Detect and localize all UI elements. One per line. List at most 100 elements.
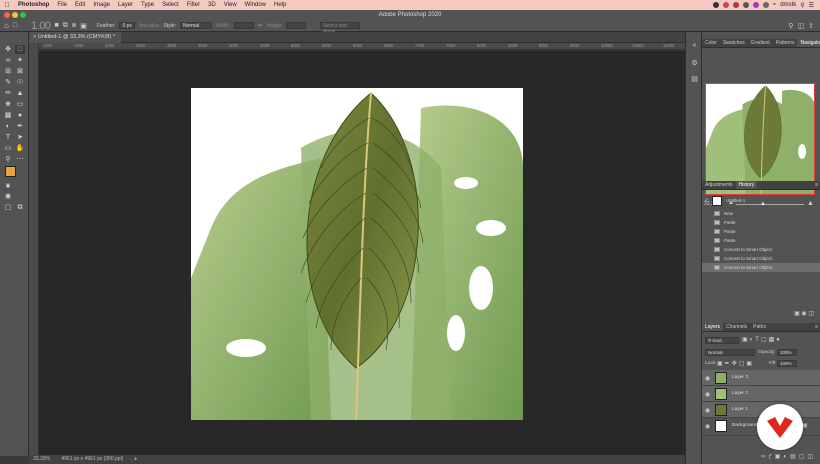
layer-row[interactable]: ◉ Layer 2 bbox=[702, 386, 820, 402]
collapse-panels-icon[interactable]: « bbox=[690, 42, 699, 50]
opacity-input[interactable]: 100% bbox=[777, 349, 797, 356]
history-item[interactable]: Paste bbox=[702, 218, 820, 227]
fill-input[interactable]: 100% bbox=[777, 360, 797, 367]
minimize-window-button[interactable] bbox=[12, 12, 18, 18]
new-selection-icon[interactable]: ■ bbox=[55, 22, 59, 29]
close-window-button[interactable] bbox=[4, 12, 10, 18]
blend-mode-select[interactable]: Normal bbox=[705, 349, 755, 356]
tab-gradient[interactable]: Gradient bbox=[748, 39, 773, 47]
zoom-level[interactable]: 33,33% bbox=[33, 456, 50, 462]
move-tool-icon[interactable]: ✥ bbox=[3, 45, 13, 54]
tab-color[interactable]: Color bbox=[702, 39, 720, 47]
trash-icon[interactable]: ◫ bbox=[807, 454, 816, 460]
subtract-selection-icon[interactable]: ⧈ bbox=[72, 22, 76, 30]
history-item[interactable]: Paste bbox=[702, 227, 820, 236]
foreground-color-swatch[interactable] bbox=[5, 166, 16, 177]
history-brush-icon[interactable]: ❀ bbox=[3, 100, 13, 109]
snapshot-brush-icon[interactable]: ✓ bbox=[704, 195, 709, 207]
document-tab[interactable]: × Untitled-1 @ 33,3% (CMYK/8) * bbox=[29, 32, 121, 43]
brush-tool-icon[interactable]: ✏ bbox=[3, 89, 13, 98]
select-and-mask-button[interactable]: Select and Mask... bbox=[320, 22, 361, 35]
history-item[interactable]: Convert to Smart Object bbox=[702, 263, 820, 272]
height-input[interactable] bbox=[286, 22, 307, 29]
status-app-icon[interactable] bbox=[732, 2, 739, 8]
clone-stamp-icon[interactable]: ▲ bbox=[15, 89, 25, 98]
history-snapshot[interactable]: ✓ Untitled-1 bbox=[702, 195, 820, 207]
history-item[interactable]: New bbox=[702, 209, 820, 218]
status-app-icon[interactable] bbox=[722, 2, 729, 8]
type-tool-icon[interactable]: T bbox=[3, 133, 13, 142]
eye-icon[interactable]: ◉ bbox=[705, 423, 710, 430]
tab-channels[interactable]: Channels bbox=[723, 323, 750, 331]
feather-input[interactable]: 0 px bbox=[119, 22, 135, 29]
trash-icon[interactable]: ◫ bbox=[808, 311, 814, 317]
learn-icon[interactable]: ⚙ bbox=[690, 60, 699, 68]
home-icon[interactable]: ⌂ bbox=[4, 21, 9, 30]
document-canvas[interactable] bbox=[191, 88, 523, 420]
new-group-icon[interactable]: ▤ bbox=[790, 454, 799, 460]
menu-3d[interactable]: 3D bbox=[204, 2, 220, 8]
healing-brush-icon[interactable]: ☉ bbox=[15, 78, 25, 87]
gradient-tool-icon[interactable]: ▩ bbox=[3, 111, 13, 120]
eye-icon[interactable]: ◉ bbox=[705, 407, 710, 414]
new-document-from-state-icon[interactable]: ▣ bbox=[794, 311, 800, 317]
apple-icon[interactable]:  bbox=[0, 2, 14, 9]
libraries-icon[interactable]: ▤ bbox=[690, 76, 699, 84]
history-item[interactable]: Paste bbox=[702, 236, 820, 245]
magic-wand-icon[interactable]: ✦ bbox=[15, 56, 25, 65]
panel-menu-icon[interactable]: ≡ bbox=[815, 181, 820, 189]
list-icon[interactable]: ☰ bbox=[809, 2, 814, 9]
add-selection-icon[interactable]: ⧉ bbox=[63, 22, 68, 30]
zoom-window-button[interactable] bbox=[20, 12, 26, 18]
status-app-icon[interactable] bbox=[762, 2, 769, 8]
layer-filter-icons[interactable]: ▣◐T▢▩● bbox=[742, 336, 782, 343]
layer-row[interactable]: ◉ Layer 3 bbox=[702, 370, 820, 386]
search-icon[interactable]: ⚲ bbox=[800, 2, 804, 9]
menu-photoshop[interactable]: Photoshop bbox=[14, 2, 53, 8]
eyedropper-icon[interactable]: ✎ bbox=[3, 78, 13, 87]
status-menu-icon[interactable]: ▸ bbox=[135, 456, 138, 462]
tab-patterns[interactable]: Patterns bbox=[773, 39, 798, 47]
rectangle-tool-icon[interactable]: ▭ bbox=[3, 144, 13, 153]
more-tools-icon[interactable]: ⋯ bbox=[15, 155, 25, 164]
menu-layer[interactable]: Layer bbox=[114, 2, 137, 8]
style-select[interactable]: Normal bbox=[179, 22, 212, 29]
frame-tool-icon[interactable]: ⊠ bbox=[15, 67, 25, 76]
swap-icon[interactable]: ⇄ bbox=[258, 23, 262, 29]
navigator-thumbnail[interactable] bbox=[705, 83, 815, 195]
menu-edit[interactable]: Edit bbox=[71, 2, 89, 8]
wifi-icon[interactable]: ≈ bbox=[773, 2, 776, 8]
share-icon[interactable]: ⇧ bbox=[808, 22, 814, 30]
crop-tool-icon[interactable]: ⊞ bbox=[3, 67, 13, 76]
tab-history[interactable]: History bbox=[735, 181, 758, 189]
status-app-icon[interactable] bbox=[712, 2, 719, 8]
status-app-icon[interactable] bbox=[742, 2, 749, 8]
user-name[interactable]: dmstk bbox=[780, 2, 796, 8]
search-icon[interactable]: ⚲ bbox=[788, 22, 793, 30]
status-app-icon[interactable] bbox=[752, 2, 759, 8]
quick-mask-icon[interactable]: ◉ bbox=[3, 192, 13, 201]
eye-icon[interactable]: ◉ bbox=[705, 391, 710, 398]
tab-paths[interactable]: Paths bbox=[750, 323, 769, 331]
lasso-tool-icon[interactable]: ∞ bbox=[3, 56, 13, 65]
workspace-icon[interactable]: ◫ bbox=[798, 22, 805, 30]
adjustment-layer-icon[interactable]: ◐ bbox=[783, 454, 790, 460]
menu-help[interactable]: Help bbox=[270, 2, 290, 8]
menu-image[interactable]: Image bbox=[89, 2, 114, 8]
path-selection-icon[interactable]: ➤ bbox=[15, 133, 25, 142]
zoom-tool-icon[interactable]: ⚲ bbox=[3, 155, 13, 164]
default-colors-icon[interactable]: ▣ bbox=[3, 182, 13, 191]
history-item[interactable]: Convert to Smart Object bbox=[702, 254, 820, 263]
camera-icon[interactable]: ◉ bbox=[801, 311, 806, 317]
pen-tool-icon[interactable]: ✒ bbox=[15, 122, 25, 131]
menu-file[interactable]: File bbox=[53, 2, 71, 8]
antialias-checkbox[interactable]: Anti-alias bbox=[139, 23, 160, 29]
blur-tool-icon[interactable]: ● bbox=[15, 111, 25, 120]
screen-mode-icon[interactable]: ▢ bbox=[3, 203, 13, 212]
menu-view[interactable]: View bbox=[220, 2, 241, 8]
layer-filter-kind[interactable]: ⚲ Kind bbox=[705, 337, 739, 344]
marquee-tool-preset-icon[interactable]: □ bbox=[13, 22, 17, 29]
tab-layers[interactable]: Layers bbox=[702, 323, 724, 331]
menu-window[interactable]: Window bbox=[241, 2, 270, 8]
eraser-icon[interactable]: ▭ bbox=[15, 100, 25, 109]
